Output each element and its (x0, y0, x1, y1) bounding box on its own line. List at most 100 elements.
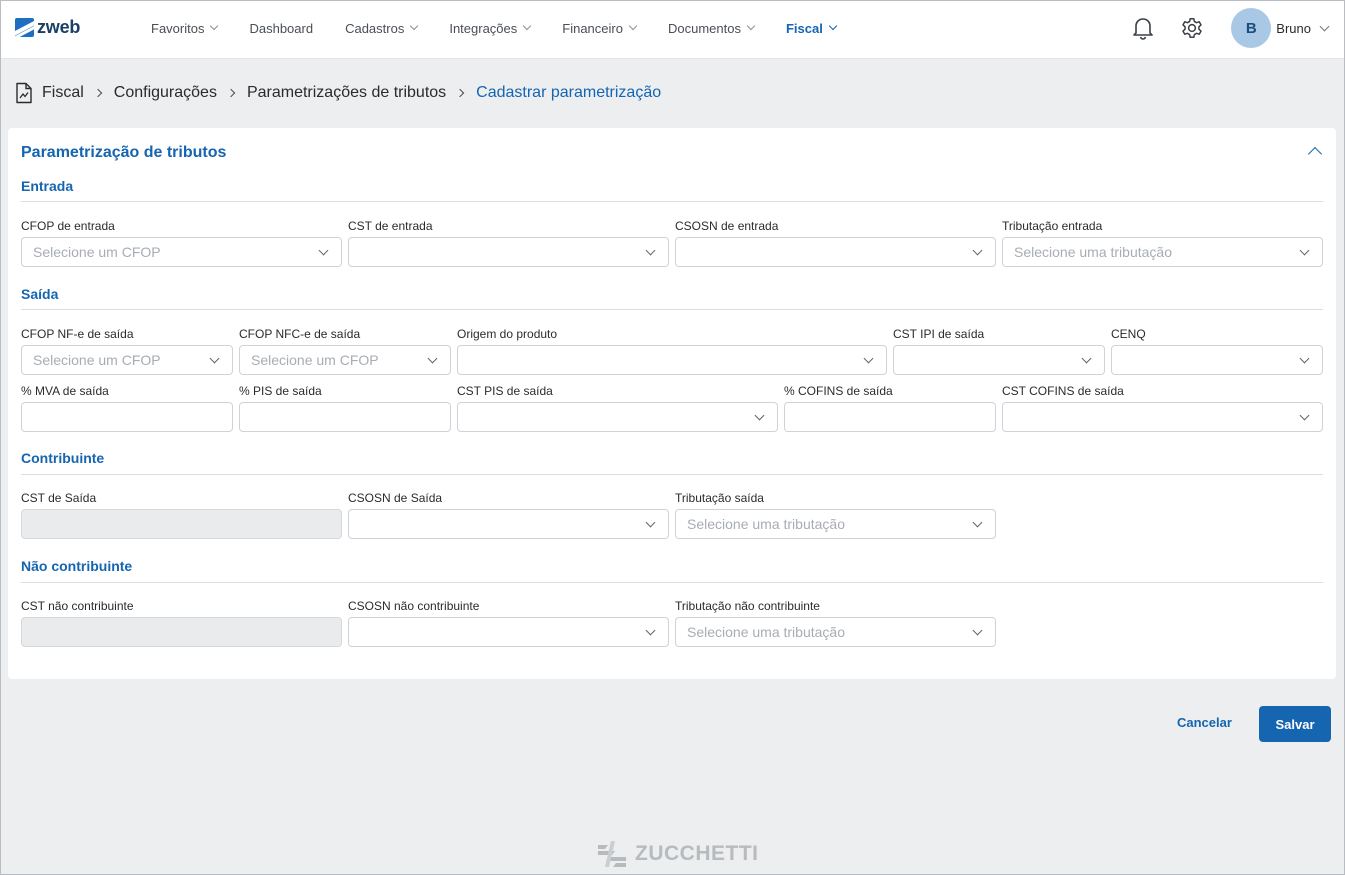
field-csosn-saida-contribuinte: CSOSN de Saída (348, 491, 669, 539)
breadcrumb: Fiscal Configurações Parametrizações de … (15, 81, 661, 105)
footer-brand-name: ZUCCHETTI (635, 842, 759, 865)
nav-item-label: Dashboard (249, 20, 314, 36)
field-label: CFOP de entrada (21, 219, 115, 233)
field-tributacao-nao-contribuinte: Tributação não contribuinte Selecione um… (675, 599, 996, 647)
cst-entrada-select[interactable] (348, 237, 669, 267)
field-label: CSOSN não contribuinte (348, 599, 480, 613)
field-label: CFOP NFC-e de saída (239, 327, 361, 341)
fiscal-document-icon (16, 82, 32, 104)
field-tributacao-saida-contribuinte: Tributação saída Selecione uma tributaçã… (675, 491, 996, 539)
brand-logo[interactable]: zweb (15, 16, 80, 38)
nav-item-integracoes[interactable]: Integrações (449, 21, 532, 36)
chevron-down-icon (754, 410, 765, 421)
select-placeholder: Selecione uma tributação (687, 624, 845, 640)
chevron-right-icon (455, 88, 465, 98)
nav-item-fiscal[interactable]: Fiscal (786, 21, 838, 36)
pis-saida-input[interactable] (239, 402, 451, 432)
select-placeholder: Selecione um CFOP (33, 244, 161, 260)
nav-item-label: Financeiro (562, 20, 623, 36)
section-title-contribuinte: Contribuinte (21, 450, 105, 466)
tributacao-nao-contribuinte-select[interactable]: Selecione uma tributação (675, 617, 996, 647)
section-divider (21, 474, 1323, 475)
cfop-nfe-saida-select[interactable]: Selecione um CFOP (21, 345, 233, 375)
field-label: Tributação saída (675, 491, 764, 505)
collapse-chevron-up-icon[interactable] (1307, 146, 1323, 162)
chevron-down-icon (972, 625, 983, 636)
notification-bell-icon[interactable] (1131, 16, 1155, 40)
save-button[interactable]: Salvar (1259, 706, 1331, 742)
top-navigation-bar: zweb Favoritos Dashboard Cadastros Integ… (1, 1, 1344, 59)
csosn-nao-contribuinte-select[interactable] (348, 617, 669, 647)
settings-gear-icon[interactable] (1180, 16, 1204, 40)
section-divider (21, 582, 1323, 583)
cfop-nfce-saida-select[interactable]: Selecione um CFOP (239, 345, 451, 375)
chevron-down-icon (523, 21, 532, 31)
breadcrumb-item-fiscal[interactable]: Fiscal (42, 84, 84, 102)
chevron-down-icon (1299, 245, 1310, 256)
field-label: CFOP NF-e de saída (21, 327, 134, 341)
breadcrumb-item-parametrizacoes[interactable]: Parametrizações de tributos (247, 84, 446, 102)
field-label: CSOSN de entrada (675, 219, 779, 233)
chevron-down-icon (972, 517, 983, 528)
chevron-down-icon (209, 353, 220, 364)
cfop-entrada-select[interactable]: Selecione um CFOP (21, 237, 342, 267)
select-placeholder: Selecione um CFOP (251, 352, 379, 368)
cenq-select[interactable] (1111, 345, 1323, 375)
field-label: Origem do produto (457, 327, 558, 341)
tributacao-saida-contribuinte-select[interactable]: Selecione uma tributação (675, 509, 996, 539)
nav-item-documentos[interactable]: Documentos (668, 21, 756, 36)
nav-item-cadastros[interactable]: Cadastros (345, 21, 419, 36)
breadcrumb-item-configuracoes[interactable]: Configurações (114, 84, 217, 102)
brand-logo-icon (15, 17, 34, 37)
chevron-down-icon (645, 517, 656, 528)
avatar[interactable]: B (1231, 8, 1272, 48)
field-label: CST IPI de saída (893, 327, 985, 341)
select-placeholder: Selecione um CFOP (33, 352, 161, 368)
cst-nao-contribuinte-input (21, 617, 342, 647)
breadcrumb-item-current: Cadastrar parametrização (476, 84, 662, 101)
chevron-down-icon (318, 245, 329, 256)
cofins-saida-input[interactable] (784, 402, 996, 432)
chevron-down-icon (1081, 353, 1092, 364)
tax-parametrization-card: Parametrização de tributos Entrada CFOP … (8, 128, 1336, 679)
nav-item-favoritos[interactable]: Favoritos (151, 20, 219, 36)
field-cst-ipi-saida: CST IPI de saída (893, 327, 1105, 375)
field-label: % PIS de saída (239, 384, 322, 398)
nav-item-financeiro[interactable]: Financeiro (562, 20, 638, 36)
field-cst-cofins-saida: CST COFINS de saída (1002, 384, 1323, 432)
field-label: % MVA de saída (21, 384, 109, 398)
mva-saida-input[interactable] (21, 402, 233, 432)
field-cfop-nfce-saida: CFOP NFC-e de saída Selecione um CFOP (239, 327, 451, 375)
csosn-entrada-select[interactable] (675, 237, 996, 267)
tributacao-entrada-select[interactable]: Selecione uma tributação (1002, 237, 1323, 267)
cst-ipi-saida-select[interactable] (893, 345, 1105, 375)
chevron-down-icon (828, 21, 838, 31)
cst-pis-saida-select[interactable] (457, 402, 778, 432)
cst-cofins-saida-select[interactable] (1002, 402, 1323, 432)
chevron-down-icon[interactable] (1319, 21, 1330, 31)
select-placeholder: Selecione uma tributação (687, 516, 845, 532)
user-name[interactable]: Bruno (1276, 21, 1311, 36)
field-csosn-nao-contribuinte: CSOSN não contribuinte (348, 599, 669, 647)
chevron-down-icon (628, 21, 638, 31)
origem-produto-select[interactable] (457, 345, 887, 375)
user-toolbar: B Bruno (1131, 1, 1344, 55)
nav-item-dashboard[interactable]: Dashboard (249, 21, 313, 36)
field-origem-produto: Origem do produto (457, 327, 887, 375)
chevron-down-icon (1299, 353, 1310, 364)
nav-item-label: Favoritos (151, 20, 205, 36)
field-cfop-nfe-saida: CFOP NF-e de saída Selecione um CFOP (21, 327, 233, 375)
section-divider (21, 201, 1323, 202)
cancel-button[interactable]: Cancelar (1177, 715, 1232, 730)
field-label: Tributação não contribuinte (675, 599, 820, 613)
chevron-down-icon (645, 625, 656, 636)
field-label: % COFINS de saída (784, 384, 893, 398)
chevron-down-icon (645, 245, 656, 256)
csosn-saida-contribuinte-select[interactable] (348, 509, 669, 539)
field-cofins-saida: % COFINS de saída (784, 384, 996, 432)
field-cst-entrada: CST de entrada (348, 219, 669, 267)
chevron-down-icon (210, 21, 219, 31)
field-label: CST PIS de saída (457, 384, 553, 398)
main-menu: Favoritos Dashboard Cadastros Integraçõe… (151, 1, 868, 55)
chevron-down-icon (410, 21, 419, 31)
